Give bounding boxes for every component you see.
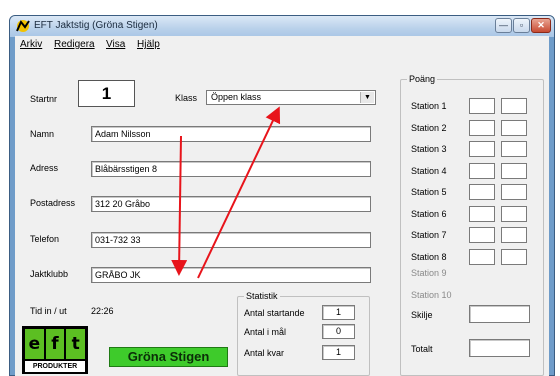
poang-title: Poäng: [407, 74, 438, 84]
station-1-score-2-input[interactable]: [501, 98, 527, 114]
close-button[interactable]: ✕: [531, 18, 551, 33]
adress-label: Adress: [30, 163, 59, 173]
logo-subtitle: PRODUKTER: [25, 361, 85, 372]
startnr-label: Startnr: [30, 94, 58, 104]
chevron-down-icon[interactable]: ▼: [360, 92, 374, 103]
statistik-title: Statistik: [244, 291, 280, 301]
menu-arkiv[interactable]: Arkiv: [20, 39, 42, 50]
station-3-score-1-input[interactable]: [469, 141, 495, 157]
postadress-label: Postadress: [30, 198, 76, 208]
station-5-score-2-input[interactable]: [501, 184, 527, 200]
window-title: EFT Jaktstig (Gröna Stigen): [34, 20, 158, 31]
namn-label: Namn: [30, 129, 55, 139]
tid-value: 22:26: [91, 306, 114, 316]
station-9-label: Station 9: [411, 268, 447, 278]
grona-stigen-banner: Gröna Stigen: [109, 347, 228, 367]
station-7-label: Station 7: [411, 230, 447, 240]
logo-letter-t: t: [66, 329, 86, 359]
antal-i-mal-value: 0: [322, 324, 355, 339]
station-8-score-1-input[interactable]: [469, 248, 495, 265]
jaktklubb-label: Jaktklubb: [30, 269, 69, 279]
station-8-score-2-input[interactable]: [501, 248, 527, 265]
antal-kvar-value: 1: [322, 345, 355, 360]
antal-startande-value: 1: [322, 305, 355, 320]
klass-selected-value: Öppen klass: [211, 92, 262, 102]
station-4-score-2-input[interactable]: [501, 162, 527, 179]
postadress-input[interactable]: 312 20 Gråbo: [91, 196, 371, 212]
station-1-score-1-input[interactable]: [469, 98, 495, 114]
station-8-label: Station 8: [411, 251, 447, 262]
menu-redigera[interactable]: Redigera: [54, 39, 95, 50]
station-10-label: Station 10: [411, 290, 452, 300]
station-2-label: Station 2: [411, 122, 447, 133]
station-5-score-1-input[interactable]: [469, 184, 495, 200]
klass-label: Klass: [175, 93, 198, 103]
station-7-score-2-input[interactable]: [501, 227, 527, 243]
skilje-label: Skilje: [411, 310, 433, 320]
station-4-label: Station 4: [411, 165, 447, 176]
totalt-input[interactable]: [469, 339, 530, 357]
menu-visa[interactable]: Visa: [106, 39, 125, 50]
menu-hjalp[interactable]: Hjälp: [137, 39, 160, 50]
startnr-field[interactable]: 1: [78, 80, 135, 107]
telefon-input[interactable]: 031-732 33: [91, 232, 371, 248]
station-5-label: Station 5: [411, 187, 447, 197]
station-6-score-2-input[interactable]: [501, 205, 527, 222]
station-2-score-2-input[interactable]: [501, 119, 527, 136]
title-bar[interactable]: EFT Jaktstig (Gröna Stigen) — ▫ ✕: [10, 16, 554, 37]
totalt-label: Totalt: [411, 344, 433, 354]
minimize-button[interactable]: —: [495, 18, 512, 33]
skilje-input[interactable]: [469, 305, 530, 323]
maximize-button[interactable]: ▫: [513, 18, 530, 33]
station-4-score-1-input[interactable]: [469, 162, 495, 179]
hunter-logo-icon: [16, 20, 30, 32]
station-1-label: Station 1: [411, 101, 447, 111]
telefon-label: Telefon: [30, 234, 60, 244]
station-3-score-2-input[interactable]: [501, 141, 527, 157]
tid-label: Tid in / ut: [30, 306, 67, 316]
logo-letter-f: f: [45, 329, 65, 359]
logo-letter-e: e: [25, 329, 44, 359]
station-6-score-1-input[interactable]: [469, 205, 495, 222]
namn-input[interactable]: Adam Nilsson: [91, 126, 371, 142]
adress-input[interactable]: Blåbärsstigen 8: [91, 161, 371, 177]
eft-logo: e f t PRODUKTER: [22, 326, 88, 374]
antal-startande-label: Antal startande: [244, 308, 305, 318]
klass-dropdown[interactable]: Öppen klass ▼: [206, 90, 376, 105]
station-7-score-1-input[interactable]: [469, 227, 495, 243]
antal-kvar-label: Antal kvar: [244, 348, 285, 358]
station-3-label: Station 3: [411, 144, 447, 154]
station-2-score-1-input[interactable]: [469, 119, 495, 136]
station-6-label: Station 6: [411, 208, 447, 219]
antal-i-mal-label: Antal i mål: [244, 327, 287, 337]
jaktklubb-input[interactable]: GRÅBO JK: [91, 267, 371, 283]
